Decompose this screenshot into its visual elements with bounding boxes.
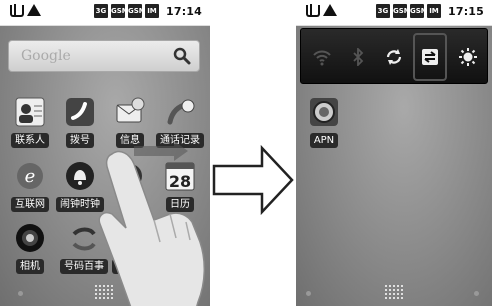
google-search-bar[interactable]: Google bbox=[8, 40, 200, 72]
phone-icon bbox=[66, 98, 94, 126]
app-label: 联系人 bbox=[11, 133, 49, 148]
warning-icon bbox=[27, 4, 41, 16]
signal-gsm-icon: GSM bbox=[110, 4, 129, 18]
app-apn[interactable]: APN bbox=[300, 96, 348, 148]
usb-icon bbox=[8, 4, 24, 17]
page-indicator-icon bbox=[306, 291, 311, 296]
app-phone[interactable]: 拨号 bbox=[56, 96, 104, 148]
app-label: 互联网 bbox=[11, 197, 49, 212]
contacts-icon bbox=[15, 97, 45, 127]
battery-icon: IM bbox=[144, 4, 159, 18]
data-transfer-toggle[interactable] bbox=[413, 33, 447, 81]
alarm-clock-icon bbox=[66, 162, 94, 190]
wifi-icon bbox=[313, 50, 331, 66]
app-drawer-icon[interactable] bbox=[94, 284, 114, 300]
signal-gsm2-icon: GSM bbox=[127, 4, 146, 18]
data-transfer-icon bbox=[422, 49, 438, 65]
home-screen-before: 3G GSM GSM IM 17:14 Google 联系人 拨号 信息 通话记… bbox=[0, 0, 210, 306]
status-bar: 3G GSM GSM IM 17:15 bbox=[296, 0, 492, 26]
app-contacts[interactable]: 联系人 bbox=[6, 96, 54, 148]
usb-icon bbox=[304, 4, 320, 17]
search-icon[interactable] bbox=[171, 45, 193, 67]
app-label: 拨号 bbox=[66, 133, 94, 148]
brightness-icon bbox=[459, 48, 477, 66]
camera-lens-icon bbox=[16, 224, 44, 252]
app-drawer-icon[interactable] bbox=[384, 284, 404, 300]
messaging-icon bbox=[116, 97, 145, 123]
quick-settings-widget bbox=[300, 28, 488, 84]
browser-icon: e bbox=[17, 163, 43, 189]
status-time: 17:15 bbox=[447, 4, 484, 18]
apn-settings-icon bbox=[310, 98, 338, 126]
warning-icon bbox=[323, 4, 337, 16]
signal-3g-icon: 3G bbox=[375, 4, 390, 18]
transition-arrow-icon bbox=[212, 144, 294, 216]
brightness-toggle[interactable] bbox=[451, 35, 485, 79]
page-indicator-icon bbox=[18, 291, 23, 296]
status-time: 17:14 bbox=[165, 4, 202, 18]
call-log-icon bbox=[167, 99, 195, 125]
signal-gsm-icon: GSM bbox=[392, 4, 411, 18]
app-camera-lens[interactable]: 相机 bbox=[6, 222, 54, 274]
sync-toggle[interactable] bbox=[377, 35, 411, 79]
battery-icon: IM bbox=[426, 4, 441, 18]
search-placeholder: Google bbox=[21, 48, 71, 64]
wifi-toggle[interactable] bbox=[305, 35, 339, 79]
tutorial-illustration: 3G GSM GSM IM 17:14 Google 联系人 拨号 信息 通话记… bbox=[0, 0, 492, 306]
status-bar: 3G GSM GSM IM 17:14 bbox=[0, 0, 210, 26]
page-indicator-icon bbox=[474, 291, 479, 296]
pointing-hand-icon bbox=[98, 150, 205, 306]
app-label: APN bbox=[309, 133, 339, 148]
svg-text:e: e bbox=[25, 166, 36, 187]
bluetooth-icon bbox=[353, 48, 364, 66]
bluetooth-toggle[interactable] bbox=[341, 35, 375, 79]
app-label: 相机 bbox=[16, 259, 44, 274]
home-screen-after: 3G GSM GSM IM 17:15 APN bbox=[296, 0, 492, 306]
sync-icon bbox=[386, 49, 402, 65]
app-browser[interactable]: e 互联网 bbox=[6, 160, 54, 212]
signal-3g-icon: 3G bbox=[93, 4, 108, 18]
signal-gsm2-icon: GSM bbox=[409, 4, 428, 18]
